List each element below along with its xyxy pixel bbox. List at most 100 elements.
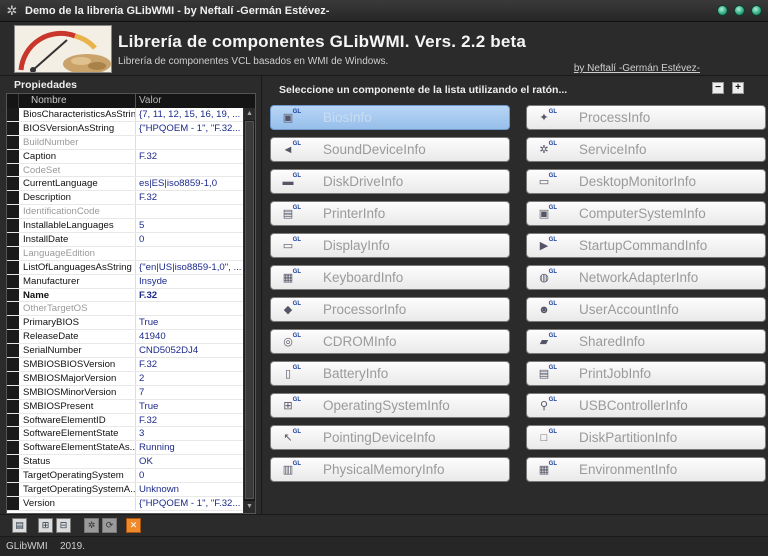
- property-value[interactable]: {"en|US|iso8859-1,0", ...: [136, 261, 243, 274]
- property-row[interactable]: TargetOperatingSystemA... Unknown: [7, 483, 243, 497]
- property-value[interactable]: Insyde: [136, 275, 243, 288]
- property-value[interactable]: 7: [136, 386, 243, 399]
- component-button-pointingdeviceinfo[interactable]: ↖ GL PointingDeviceInfo: [270, 425, 510, 450]
- scroll-down-icon[interactable]: ▼: [244, 501, 255, 513]
- property-row[interactable]: InstallDate 0: [7, 233, 243, 247]
- component-button-printerinfo[interactable]: ▤ GL PrinterInfo: [270, 201, 510, 226]
- component-button-serviceinfo[interactable]: ✲ GL ServiceInfo: [526, 137, 766, 162]
- property-row[interactable]: SoftwareElementID F.32: [7, 413, 243, 428]
- component-button-operatingsysteminfo[interactable]: ⊞ GL OperatingSystemInfo: [270, 393, 510, 418]
- property-value[interactable]: Unknown: [136, 483, 243, 496]
- component-button-useraccountinfo[interactable]: ☻ GL UserAccountInfo: [526, 297, 766, 322]
- component-button-processorinfo[interactable]: ◆ GL ProcessorInfo: [270, 297, 510, 322]
- property-value[interactable]: Running: [136, 441, 243, 454]
- property-row[interactable]: PrimaryBIOS True: [7, 316, 243, 331]
- settings-gear-icon[interactable]: ✲: [84, 518, 99, 533]
- property-row[interactable]: ReleaseDate 41940: [7, 330, 243, 345]
- property-value[interactable]: [136, 164, 243, 177]
- property-value[interactable]: [136, 302, 243, 315]
- component-button-usbcontrollerinfo[interactable]: ⚲ GL USBControllerInfo: [526, 393, 766, 418]
- property-value[interactable]: F.32: [136, 150, 243, 163]
- component-button-biosinfo[interactable]: ▣ GL BiosInfo: [270, 105, 510, 130]
- scroll-up-icon[interactable]: ▲: [244, 108, 255, 120]
- collapse-all-icon[interactable]: ⊟: [56, 518, 71, 533]
- component-button-processinfo[interactable]: ✦ GL ProcessInfo: [526, 105, 766, 130]
- property-row[interactable]: SoftwareElementState 3: [7, 427, 243, 442]
- close-button[interactable]: [751, 5, 762, 16]
- close-orange-icon[interactable]: ✕: [126, 518, 141, 533]
- expand-button[interactable]: +: [732, 82, 744, 94]
- column-header-name[interactable]: Nombre: [19, 94, 136, 108]
- property-row[interactable]: SerialNumber CND5052DJ4: [7, 344, 243, 359]
- property-row[interactable]: Name F.32: [7, 288, 243, 303]
- component-button-printjobinfo[interactable]: ▤ GL PrintJobInfo: [526, 361, 766, 386]
- property-row[interactable]: CurrentLanguage es|ES|iso8859-1,0: [7, 177, 243, 192]
- property-value[interactable]: 3: [136, 427, 243, 440]
- minimize-button[interactable]: [717, 5, 728, 16]
- property-row[interactable]: OtherTargetOS: [7, 302, 243, 317]
- component-button-sounddeviceinfo[interactable]: ◄ GL SoundDeviceInfo: [270, 137, 510, 162]
- property-row[interactable]: CodeSet: [7, 163, 243, 178]
- component-button-startupcommandinfo[interactable]: ▶ GL StartupCommandInfo: [526, 233, 766, 258]
- component-button-desktopmonitorinfo[interactable]: ▭ GL DesktopMonitorInfo: [526, 169, 766, 194]
- maximize-button[interactable]: [734, 5, 745, 16]
- property-value[interactable]: OK: [136, 455, 243, 468]
- property-value[interactable]: 0: [136, 469, 243, 482]
- expand-all-icon[interactable]: ⊞: [38, 518, 53, 533]
- collapse-button[interactable]: −: [712, 82, 724, 94]
- component-button-networkadapterinfo[interactable]: ◍ GL NetworkAdapterInfo: [526, 265, 766, 290]
- grid-scrollbar[interactable]: ▲ ▼: [243, 108, 255, 513]
- property-value[interactable]: F.32: [136, 414, 243, 427]
- property-row[interactable]: SMBIOSPresent True: [7, 399, 243, 414]
- property-value[interactable]: CND5052DJ4: [136, 344, 243, 357]
- property-row[interactable]: SMBIOSMajorVersion 2: [7, 371, 243, 386]
- property-value[interactable]: F.32: [136, 191, 243, 204]
- property-row[interactable]: BIOSVersionAsString {"HPQOEM - 1", "F.32.…: [7, 121, 243, 136]
- property-row[interactable]: TargetOperatingSystem 0: [7, 469, 243, 484]
- property-row[interactable]: Status OK: [7, 455, 243, 470]
- property-row[interactable]: Caption F.32: [7, 149, 243, 164]
- property-value[interactable]: es|ES|iso8859-1,0: [136, 177, 243, 190]
- property-value[interactable]: True: [136, 400, 243, 413]
- component-button-environmentinfo[interactable]: ▦ GL EnvironmentInfo: [526, 457, 766, 482]
- save-icon[interactable]: ▤: [12, 518, 27, 533]
- component-button-sharedinfo[interactable]: ▰ GL SharedInfo: [526, 329, 766, 354]
- property-row[interactable]: Description F.32: [7, 191, 243, 206]
- property-row[interactable]: LanguageEdition: [7, 246, 243, 261]
- property-row[interactable]: SMBIOSBIOSVersion F.32: [7, 358, 243, 372]
- property-value[interactable]: {"HPQOEM - 1", "F.32...: [136, 122, 243, 135]
- property-value[interactable]: [136, 247, 243, 260]
- property-value[interactable]: F.32: [136, 289, 243, 302]
- refresh-icon[interactable]: ⟳: [102, 518, 117, 533]
- author-link[interactable]: by Neftalí -Germán Estévez-: [574, 63, 700, 74]
- property-row[interactable]: ListOfLanguagesAsString {"en|US|iso8859-1…: [7, 260, 243, 275]
- component-button-keyboardinfo[interactable]: ▦ GL KeyboardInfo: [270, 265, 510, 290]
- property-value[interactable]: 2: [136, 372, 243, 385]
- property-value[interactable]: 0: [136, 233, 243, 246]
- property-value[interactable]: {7, 11, 12, 15, 16, 19, ...: [136, 108, 243, 121]
- property-row[interactable]: BuildNumber: [7, 135, 243, 150]
- component-button-physicalmemoryinfo[interactable]: ▥ GL PhysicalMemoryInfo: [270, 457, 510, 482]
- property-row[interactable]: IdentificationCode: [7, 205, 243, 220]
- component-button-diskpartitioninfo[interactable]: □ GL DiskPartitionInfo: [526, 425, 766, 450]
- component-button-batteryinfo[interactable]: ▯ GL BatteryInfo: [270, 361, 510, 386]
- property-row[interactable]: InstallableLanguages 5: [7, 219, 243, 234]
- property-value[interactable]: 5: [136, 219, 243, 232]
- property-row[interactable]: Manufacturer Insyde: [7, 274, 243, 289]
- component-button-cdrominfo[interactable]: ◎ GL CDROMInfo: [270, 329, 510, 354]
- component-button-displayinfo[interactable]: ▭ GL DisplayInfo: [270, 233, 510, 258]
- property-value[interactable]: True: [136, 316, 243, 329]
- component-button-diskdriveinfo[interactable]: ▬ GL DiskDriveInfo: [270, 169, 510, 194]
- property-value[interactable]: 41940: [136, 330, 243, 343]
- property-row[interactable]: Version {"HPQOEM - 1", "F.32...: [7, 496, 243, 511]
- property-value[interactable]: F.32: [136, 358, 243, 371]
- property-row[interactable]: SoftwareElementStateAs... Running: [7, 441, 243, 456]
- property-value[interactable]: [136, 136, 243, 149]
- property-row[interactable]: SMBIOSMinorVersion 7: [7, 385, 243, 400]
- property-row[interactable]: BiosCharacteristicsAsString {7, 11, 12, 1…: [7, 108, 243, 122]
- property-value[interactable]: [136, 205, 243, 218]
- scroll-thumb[interactable]: [245, 121, 254, 499]
- column-header-value[interactable]: Valor: [136, 94, 245, 108]
- component-button-computersysteminfo[interactable]: ▣ GL ComputerSystemInfo: [526, 201, 766, 226]
- property-value[interactable]: {"HPQOEM - 1", "F.32...: [136, 497, 243, 510]
